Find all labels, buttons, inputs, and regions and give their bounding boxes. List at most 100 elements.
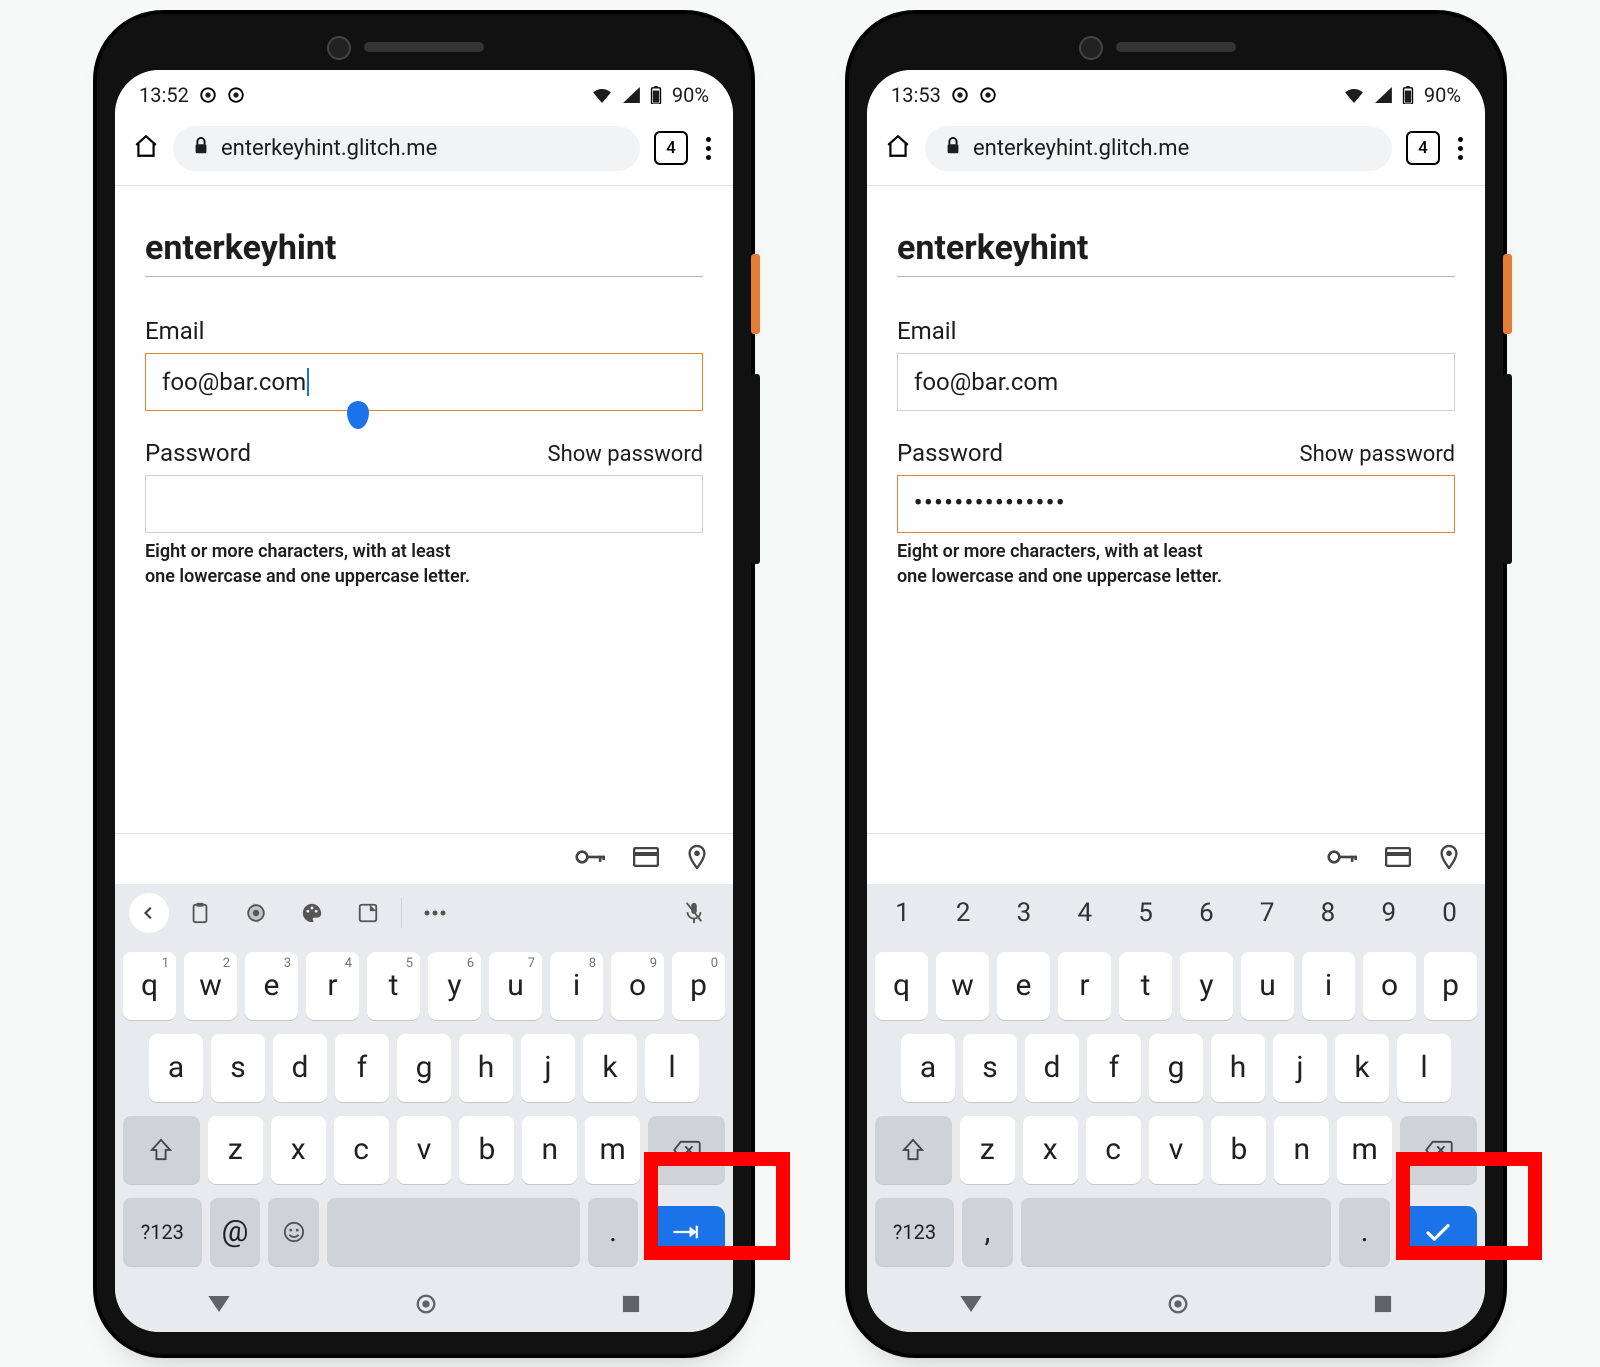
key-g[interactable]: g	[1149, 1034, 1203, 1102]
enter-key-next[interactable]	[646, 1206, 725, 1258]
period-key[interactable]: .	[588, 1198, 639, 1266]
key-j[interactable]: j	[1273, 1034, 1327, 1102]
key-p[interactable]: p	[672, 952, 725, 1020]
key-t[interactable]: t	[367, 952, 420, 1020]
space-key[interactable]	[1021, 1198, 1331, 1266]
nav-back-icon[interactable]	[208, 1296, 230, 1316]
kbd-back-icon[interactable]	[129, 893, 169, 933]
password-input[interactable]: •••••••••••••••	[897, 475, 1455, 533]
key-t[interactable]: t	[1119, 952, 1172, 1020]
location-icon[interactable]	[1439, 845, 1459, 873]
backspace-key[interactable]	[648, 1116, 725, 1184]
clipboard-icon[interactable]	[175, 891, 225, 935]
symbols-key[interactable]: ?123	[123, 1198, 202, 1266]
key-h[interactable]: h	[459, 1034, 513, 1102]
key-w[interactable]: w	[184, 952, 237, 1020]
key-icon[interactable]	[575, 848, 605, 870]
omnibox[interactable]: enterkeyhint.glitch.me	[925, 126, 1392, 171]
key-k[interactable]: k	[1335, 1034, 1389, 1102]
key-8[interactable]: 8	[1299, 884, 1358, 942]
key-y[interactable]: y	[428, 952, 481, 1020]
shift-key[interactable]	[875, 1116, 952, 1184]
key-e[interactable]: e	[245, 952, 298, 1020]
key-z[interactable]: z	[960, 1116, 1015, 1184]
key-2[interactable]: 2	[934, 884, 993, 942]
key-d[interactable]: d	[1025, 1034, 1079, 1102]
enter-key-done[interactable]	[1398, 1206, 1477, 1258]
caret-handle-icon[interactable]	[347, 401, 369, 429]
volume-button[interactable]	[751, 374, 760, 564]
key-f[interactable]: f	[1087, 1034, 1141, 1102]
key-k[interactable]: k	[583, 1034, 637, 1102]
backspace-key[interactable]	[1400, 1116, 1477, 1184]
nav-home-icon[interactable]	[415, 1293, 437, 1319]
home-icon[interactable]	[133, 133, 159, 163]
overflow-menu-icon[interactable]	[1454, 137, 1467, 160]
key-r[interactable]: r	[1058, 952, 1111, 1020]
key-m[interactable]: m	[1337, 1116, 1392, 1184]
key-c[interactable]: c	[1086, 1116, 1141, 1184]
email-input[interactable]: foo@bar.com	[897, 353, 1455, 411]
key-n[interactable]: n	[522, 1116, 577, 1184]
show-password-toggle[interactable]: Show password	[548, 442, 703, 467]
key-q[interactable]: q	[123, 952, 176, 1020]
key-i[interactable]: i	[550, 952, 603, 1020]
key-s[interactable]: s	[211, 1034, 265, 1102]
key-d[interactable]: d	[273, 1034, 327, 1102]
key-x[interactable]: x	[1023, 1116, 1078, 1184]
key-3[interactable]: 3	[995, 884, 1054, 942]
key-w[interactable]: w	[936, 952, 989, 1020]
email-input[interactable]: foo@bar.com	[145, 353, 703, 411]
key-z[interactable]: z	[208, 1116, 263, 1184]
key-l[interactable]: l	[645, 1034, 699, 1102]
home-icon[interactable]	[885, 133, 911, 163]
key-h[interactable]: h	[1211, 1034, 1265, 1102]
overflow-menu-icon[interactable]	[702, 137, 715, 160]
key-0[interactable]: 0	[1420, 884, 1479, 942]
more-icon[interactable]	[410, 891, 460, 935]
at-key[interactable]: @	[210, 1198, 261, 1266]
key-1[interactable]: 1	[873, 884, 932, 942]
comma-key[interactable]: ,	[962, 1198, 1013, 1266]
key-4[interactable]: 4	[1055, 884, 1114, 942]
key-7[interactable]: 7	[1238, 884, 1297, 942]
sticker-icon[interactable]	[343, 891, 393, 935]
key-i[interactable]: i	[1302, 952, 1355, 1020]
key-y[interactable]: y	[1180, 952, 1233, 1020]
key-o[interactable]: o	[1363, 952, 1416, 1020]
key-b[interactable]: b	[1211, 1116, 1266, 1184]
key-v[interactable]: v	[1149, 1116, 1204, 1184]
key-f[interactable]: f	[335, 1034, 389, 1102]
key-a[interactable]: a	[901, 1034, 955, 1102]
key-6[interactable]: 6	[1177, 884, 1236, 942]
key-5[interactable]: 5	[1116, 884, 1175, 942]
password-input[interactable]	[145, 475, 703, 533]
volume-button[interactable]	[1503, 374, 1512, 564]
key-o[interactable]: o	[611, 952, 664, 1020]
key-9[interactable]: 9	[1359, 884, 1418, 942]
key-u[interactable]: u	[1241, 952, 1294, 1020]
key-c[interactable]: c	[334, 1116, 389, 1184]
card-icon[interactable]	[633, 847, 659, 871]
key-a[interactable]: a	[149, 1034, 203, 1102]
key-l[interactable]: l	[1397, 1034, 1451, 1102]
key-m[interactable]: m	[585, 1116, 640, 1184]
key-r[interactable]: r	[306, 952, 359, 1020]
nav-recent-icon[interactable]	[622, 1295, 640, 1317]
shift-key[interactable]	[123, 1116, 200, 1184]
card-icon[interactable]	[1385, 847, 1411, 871]
tab-switcher[interactable]: 4	[1406, 131, 1440, 165]
key-p[interactable]: p	[1424, 952, 1477, 1020]
tab-switcher[interactable]: 4	[654, 131, 688, 165]
key-n[interactable]: n	[1274, 1116, 1329, 1184]
gear-icon[interactable]	[231, 891, 281, 935]
symbols-key[interactable]: ?123	[875, 1198, 954, 1266]
key-u[interactable]: u	[489, 952, 542, 1020]
palette-icon[interactable]	[287, 891, 337, 935]
key-j[interactable]: j	[521, 1034, 575, 1102]
omnibox[interactable]: enterkeyhint.glitch.me	[173, 126, 640, 171]
power-button[interactable]	[1503, 254, 1512, 334]
nav-back-icon[interactable]	[960, 1296, 982, 1316]
mic-off-icon[interactable]	[669, 891, 719, 935]
period-key[interactable]: .	[1339, 1198, 1390, 1266]
